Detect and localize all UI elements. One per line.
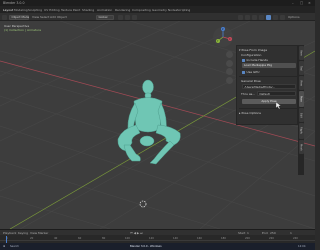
menu-view[interactable]: View	[32, 15, 39, 19]
os-taskbar: ⊞ Search Blender 3.0.0 - Windows 12:04	[0, 243, 315, 250]
camera-view-icon[interactable]	[226, 68, 233, 76]
tab-modeling[interactable]: Modeling	[14, 8, 28, 12]
play-controls[interactable]: ⏮ ◀ ▶ ⏭	[130, 231, 143, 235]
3d-cursor-icon[interactable]	[138, 199, 148, 209]
current-frame-field[interactable]: 1	[290, 231, 292, 235]
start-menu-icon[interactable]: ⊞	[3, 245, 5, 248]
sidebar-panel: ▾ Pose From Image Configuration Include …	[236, 45, 298, 125]
close-icon[interactable]: ×	[308, 1, 311, 5]
tab-texture-paint[interactable]: Texture Paint	[61, 8, 80, 12]
tab-animation[interactable]: Animation	[97, 8, 112, 12]
proportional-edit-icon[interactable]	[132, 14, 137, 20]
mouse-cursor-icon	[276, 102, 282, 109]
window-title: Blender 3.0.0	[3, 1, 25, 5]
end-frame-label: End	[262, 231, 268, 235]
marker-menu[interactable]: Marker	[38, 231, 48, 235]
menu-select[interactable]: Select	[40, 15, 49, 19]
divider	[239, 108, 297, 109]
start-frame-field[interactable]: 1	[247, 231, 249, 235]
tab-uv-editing[interactable]: UV Editing	[44, 8, 60, 12]
tab-shading[interactable]: Shading	[82, 8, 94, 12]
rendered-shading-icon[interactable]	[280, 14, 285, 20]
material-shading-icon[interactable]	[273, 14, 278, 20]
timeline-view-menu[interactable]: View	[30, 231, 37, 235]
image-path-field[interactable]: /Users/Media/Photo/...	[242, 84, 296, 89]
thru-label: Thru as...	[241, 92, 256, 96]
workspace-bar: Layout Modeling Sculpting UV Editing Tex…	[0, 6, 315, 13]
use-gpu-checkbox[interactable]: Use GPU	[242, 70, 259, 74]
checkbox-icon	[242, 70, 245, 74]
load-mediapipe-button[interactable]: Load Mediapipe Pkg	[242, 63, 296, 68]
apply-pose-button[interactable]: Apply Pose	[242, 99, 296, 104]
keying-menu[interactable]: Keying	[18, 231, 28, 235]
pose-options-section[interactable]: ▸ Pose Options	[239, 111, 261, 115]
tab-tool[interactable]: Tool	[298, 61, 304, 75]
tab-layout[interactable]: Layout	[3, 8, 13, 12]
gizmo-toggle-icon[interactable]	[245, 14, 250, 20]
pan-hand-icon[interactable]	[226, 59, 233, 67]
timeline-header: Playback Keying View Marker ⏮ ◀ ▶ ⏭ Star…	[0, 230, 315, 235]
checkbox-icon	[242, 58, 245, 62]
taskbar-clock: 12:04	[298, 244, 306, 248]
minimize-icon[interactable]: –	[292, 1, 294, 5]
configuration-subsection: Configuration	[241, 53, 262, 57]
tab-pose[interactable]: Pose	[298, 91, 304, 107]
solid-shading-icon[interactable]	[266, 14, 271, 20]
tab-scripting[interactable]: Scripting	[177, 8, 190, 12]
divider	[239, 76, 297, 77]
overlay-icon[interactable]	[252, 14, 257, 20]
navigation-gizmo[interactable]: X Y Z	[212, 26, 234, 48]
viewport-header: Object Mode View Select Add Object Globa…	[0, 13, 315, 21]
panel-section-title[interactable]: ▾ Pose From Image	[239, 48, 267, 52]
tab-mesh[interactable]: Mesh	[298, 140, 304, 154]
editor-type-icon[interactable]	[2, 14, 7, 20]
end-frame-field[interactable]: 250	[270, 231, 276, 235]
include-hands-checkbox[interactable]: Include Hands	[242, 58, 268, 62]
start-frame-label: Start	[238, 231, 246, 235]
tab-edit[interactable]: Edit	[298, 108, 304, 122]
taskbar-search[interactable]: Search	[10, 245, 19, 248]
xray-icon[interactable]	[259, 14, 264, 20]
tab-sculpting[interactable]: Sculpting	[28, 8, 42, 12]
mode-dropdown[interactable]: Object Mode	[9, 14, 29, 20]
pivot-icon[interactable]	[118, 14, 123, 20]
sidebar-tabs: Item Tool View Pose Edit Rigify Mesh	[298, 45, 304, 175]
tab-compositing[interactable]: Compositing	[132, 8, 151, 12]
taskbar-blender-app[interactable]: Blender 3.0.0 - Windows	[130, 245, 162, 248]
tab-item[interactable]: Item	[298, 46, 304, 60]
tab-rigify[interactable]: Rigify	[298, 123, 304, 139]
zoom-icon[interactable]	[226, 51, 233, 58]
general-pose-label: General Pose	[241, 79, 261, 83]
maximize-icon[interactable]: □	[300, 1, 303, 5]
3d-viewport[interactable]: User Perspective (1) Collection | Armatu…	[0, 21, 315, 229]
tab-geometry-nodes[interactable]: Geometry Nodes	[152, 8, 177, 12]
playback-menu[interactable]: Playback	[3, 231, 16, 235]
transform-orientation-dropdown[interactable]: Global	[96, 14, 114, 20]
snap-icon[interactable]	[125, 14, 130, 20]
default-dropdown[interactable]: Default	[257, 91, 296, 96]
menu-add[interactable]: Add	[50, 15, 56, 19]
ortho-grid-icon[interactable]	[226, 76, 233, 84]
timeline-ruler[interactable]	[0, 240, 315, 241]
tab-rendering[interactable]: Rendering	[115, 8, 130, 12]
tab-view[interactable]: View	[298, 76, 304, 90]
options-menu[interactable]: Options	[288, 15, 300, 19]
menu-object[interactable]: Object	[57, 15, 67, 19]
view-navigation-buttons	[226, 51, 234, 85]
visibility-icon[interactable]	[238, 14, 243, 20]
